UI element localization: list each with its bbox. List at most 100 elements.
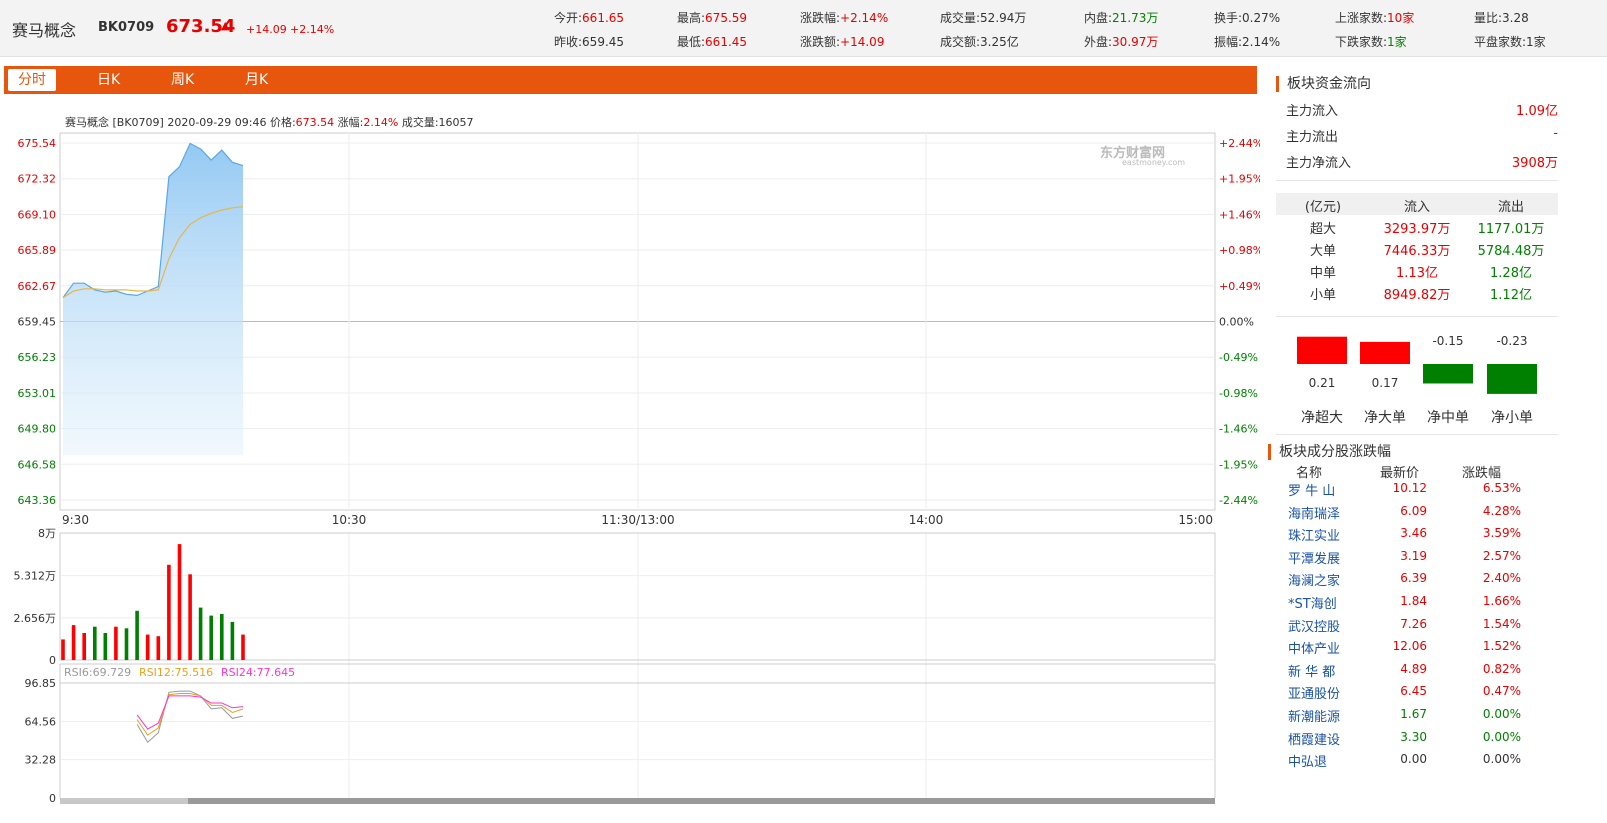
price-tick-label: 662.67 — [18, 280, 57, 293]
quote-stat: 上涨家数:10家 — [1335, 9, 1414, 26]
pct-tick-label: +0.98% — [1219, 244, 1260, 257]
flow-value: - — [1553, 126, 1558, 141]
constituent-name-link[interactable]: 武汉控股 — [1288, 616, 1340, 635]
stock-code: BK0709 — [98, 20, 155, 35]
time-scroll-strip — [60, 798, 1215, 804]
constituent-pct: 1.52% — [1482, 639, 1521, 654]
constituent-pct: 2.57% — [1482, 548, 1521, 563]
flow-table-label: 超大 — [1309, 222, 1336, 237]
volume-bar — [230, 621, 235, 660]
flow-value: 3908万 — [1511, 156, 1558, 171]
quote-stat-value: 659.45 — [582, 35, 625, 49]
constituent-pct: 3.59% — [1482, 526, 1521, 541]
volume-tick-label: 8万 — [38, 527, 56, 540]
time-label: 14:00 — [909, 513, 944, 527]
flow-label: 主力流出 — [1286, 130, 1339, 145]
stock-change-pct: +2.14% — [290, 23, 335, 36]
net-flow-bar — [1297, 336, 1347, 364]
tab-weekly-k[interactable]: 周K — [161, 69, 204, 91]
constituent-price: 4.89 — [1400, 661, 1427, 676]
pct-tick-label: +2.44% — [1219, 137, 1260, 150]
volume-tick-label: 2.656万 — [14, 612, 57, 625]
pct-tick-label: -1.46% — [1219, 423, 1258, 436]
quote-stat-value: 661.65 — [582, 11, 625, 25]
constituent-name-link[interactable]: 亚通股份 — [1288, 683, 1340, 702]
tab-monthly-k[interactable]: 月K — [235, 69, 278, 91]
pct-tick-label: +0.49% — [1219, 280, 1260, 293]
net-flow-label: 净中单 — [1427, 410, 1469, 426]
price-tick-label: 669.10 — [18, 208, 57, 221]
constituent-price: 3.19 — [1400, 548, 1427, 563]
quote-stat-value: 0.27% — [1242, 11, 1281, 25]
quote-stat: 涨跌幅:+2.14% — [800, 9, 888, 26]
quote-stat: 内盘:21.73万 — [1084, 9, 1158, 26]
volume-bar — [145, 634, 150, 660]
constituent-price: 6.09 — [1400, 503, 1427, 518]
flow-table-head-out: 流出 — [1497, 200, 1524, 215]
volume-bar — [209, 615, 213, 660]
constituent-name-link[interactable]: 新 华 都 — [1288, 661, 1335, 680]
quote-stat-label: 内盘: — [1084, 11, 1113, 25]
pct-tick-label: -0.49% — [1219, 351, 1258, 364]
flow-table-out: 1.28亿 — [1490, 266, 1532, 281]
rsi-tick-label: 96.85 — [25, 677, 57, 690]
constituent-name-link[interactable]: 罗 牛 山 — [1288, 480, 1335, 499]
net-flow-label: 净超大 — [1301, 410, 1343, 426]
constituent-name-link[interactable]: 中体产业 — [1288, 638, 1340, 657]
quote-stat-label: 外盘: — [1084, 35, 1113, 49]
volume-bar — [103, 633, 108, 660]
constituent-name-link[interactable]: 平潭发展 — [1288, 548, 1340, 567]
constituent-name-link[interactable]: 栖霞建设 — [1288, 729, 1340, 748]
price-tick-label: 672.32 — [18, 173, 57, 186]
quote-stat-label: 量比: — [1474, 11, 1503, 25]
constituent-name-link[interactable]: 中弘退 — [1288, 751, 1327, 770]
quote-stat-label: 换手: — [1214, 11, 1243, 25]
quote-stat: 下跌家数:1家 — [1335, 33, 1407, 50]
flow-table-out: 1177.01万 — [1477, 222, 1545, 237]
net-flow-label: 净小单 — [1491, 410, 1533, 426]
constituent-price: 0.00 — [1400, 752, 1427, 767]
constituent-name-link[interactable]: *ST海创 — [1288, 593, 1337, 612]
volume-bar — [82, 633, 86, 660]
quote-stat-value: 21.73万 — [1112, 11, 1159, 25]
constituents-head-name: 名称 — [1296, 466, 1323, 481]
quote-stat-label: 上涨家数: — [1335, 11, 1388, 25]
net-flow-bar — [1360, 341, 1410, 364]
up-arrow-icon: ▲ — [221, 19, 230, 32]
constituent-pct: 0.47% — [1482, 684, 1521, 699]
pct-tick-label: 0.00% — [1219, 316, 1254, 329]
quote-stat-value: 52.94万 — [980, 11, 1027, 25]
constituent-name-link[interactable]: 海澜之家 — [1288, 570, 1340, 589]
quote-stat-label: 成交额: — [940, 35, 981, 49]
net-flow-label: 净大单 — [1364, 410, 1406, 426]
constituent-name-link[interactable]: 新潮能源 — [1288, 706, 1340, 725]
quote-stat-label: 涨跌额: — [800, 35, 841, 49]
price-tick-label: 643.36 — [18, 494, 57, 507]
volume-tick-label: 0 — [49, 654, 56, 667]
chart-tab-strip: 分时 日K 周K 月K — [4, 66, 1257, 94]
flow-label: 主力净流入 — [1286, 156, 1352, 171]
flow-table-out: 1.12亿 — [1490, 288, 1532, 303]
net-flow-value: 0.21 — [1309, 376, 1336, 390]
price-tick-label: 665.89 — [18, 244, 57, 257]
volume-bar — [156, 636, 161, 660]
quote-stat-label: 昨收: — [554, 35, 583, 49]
tab-intraday[interactable]: 分时 — [8, 69, 56, 91]
price-tick-label: 653.01 — [18, 387, 57, 400]
constituent-name-link[interactable]: 海南瑞泽 — [1288, 503, 1340, 522]
net-flow-value: 0.17 — [1372, 376, 1399, 390]
constituent-name-link[interactable]: 珠江实业 — [1288, 525, 1340, 544]
volume-bar — [93, 626, 97, 660]
price-tick-label: 646.58 — [18, 458, 57, 471]
flow-table-label: 小单 — [1309, 288, 1336, 303]
quote-stat-value: 3.25亿 — [980, 35, 1019, 49]
quote-stat-value: 1家 — [1526, 35, 1546, 49]
quote-stat-value: 2.14% — [1242, 35, 1281, 49]
flow-table-in: 7446.33万 — [1383, 244, 1451, 259]
volume-bar — [167, 564, 171, 661]
intraday-chart[interactable]: 675.54 +2.44% 672.32 +1.95% 669.10 +1.46% 665.… — [0, 125, 1260, 823]
tab-daily-k[interactable]: 日K — [87, 69, 130, 91]
volume-bar — [135, 610, 139, 660]
quote-stat: 外盘:30.97万 — [1084, 33, 1158, 50]
volume-bar — [188, 574, 192, 660]
